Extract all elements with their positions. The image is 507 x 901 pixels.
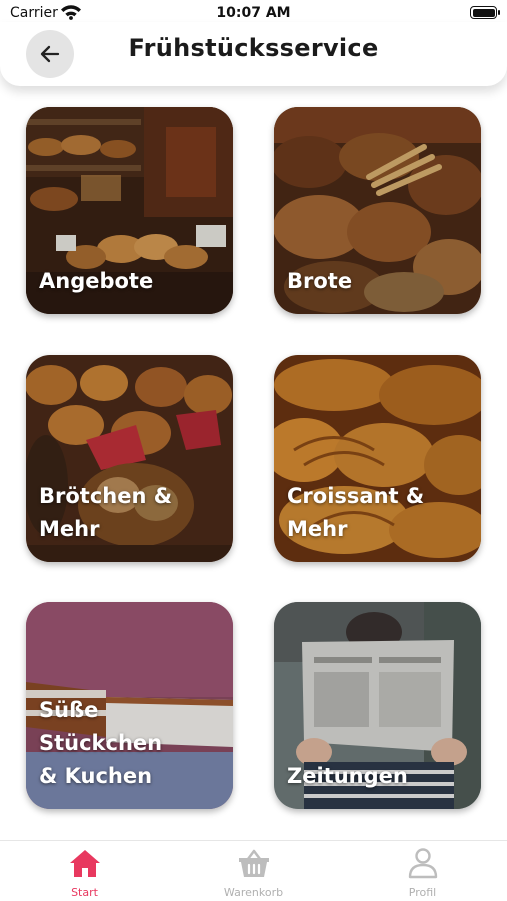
tile-label: Brötchen & Mehr — [39, 484, 173, 541]
tile-label: Croissant & Mehr — [287, 484, 425, 541]
tab-label-start: Start — [71, 886, 98, 899]
tab-label-profil: Profil — [408, 886, 437, 899]
home-icon — [70, 850, 100, 877]
tab-label-warenkorb: Warenkorb — [223, 886, 284, 899]
basket-icon — [239, 849, 269, 877]
header: Frühstücksservice — [0, 22, 507, 86]
category-tile-angebote[interactable]: Angebote — [26, 107, 233, 314]
battery-icon — [470, 6, 500, 19]
category-tile-broetchen[interactable]: Brötchen & Mehr — [26, 355, 233, 562]
category-tile-brote[interactable]: Brote — [274, 107, 481, 314]
page-title: Frühstücksservice — [128, 34, 379, 62]
category-tile-croissant[interactable]: Croissant & Mehr — [274, 355, 481, 562]
clock: 10:07 AM — [216, 5, 291, 21]
tile-label: Zeitungen — [287, 764, 408, 788]
tab-profil[interactable]: Profil — [338, 841, 507, 901]
category-tile-zeitungen[interactable]: Zeitungen — [274, 602, 481, 809]
category-tile-kuchen[interactable]: Süße Stückchen & Kuchen — [26, 602, 233, 809]
person-icon — [408, 848, 438, 879]
tab-start[interactable]: Start — [0, 841, 169, 901]
tile-label: Süße Stückchen & Kuchen — [39, 698, 163, 788]
tile-label: Brote — [287, 269, 353, 293]
tab-bar: Start Warenkorb Profil — [0, 840, 507, 901]
tab-warenkorb[interactable]: Warenkorb — [169, 841, 338, 901]
tile-label: Angebote — [39, 269, 154, 293]
